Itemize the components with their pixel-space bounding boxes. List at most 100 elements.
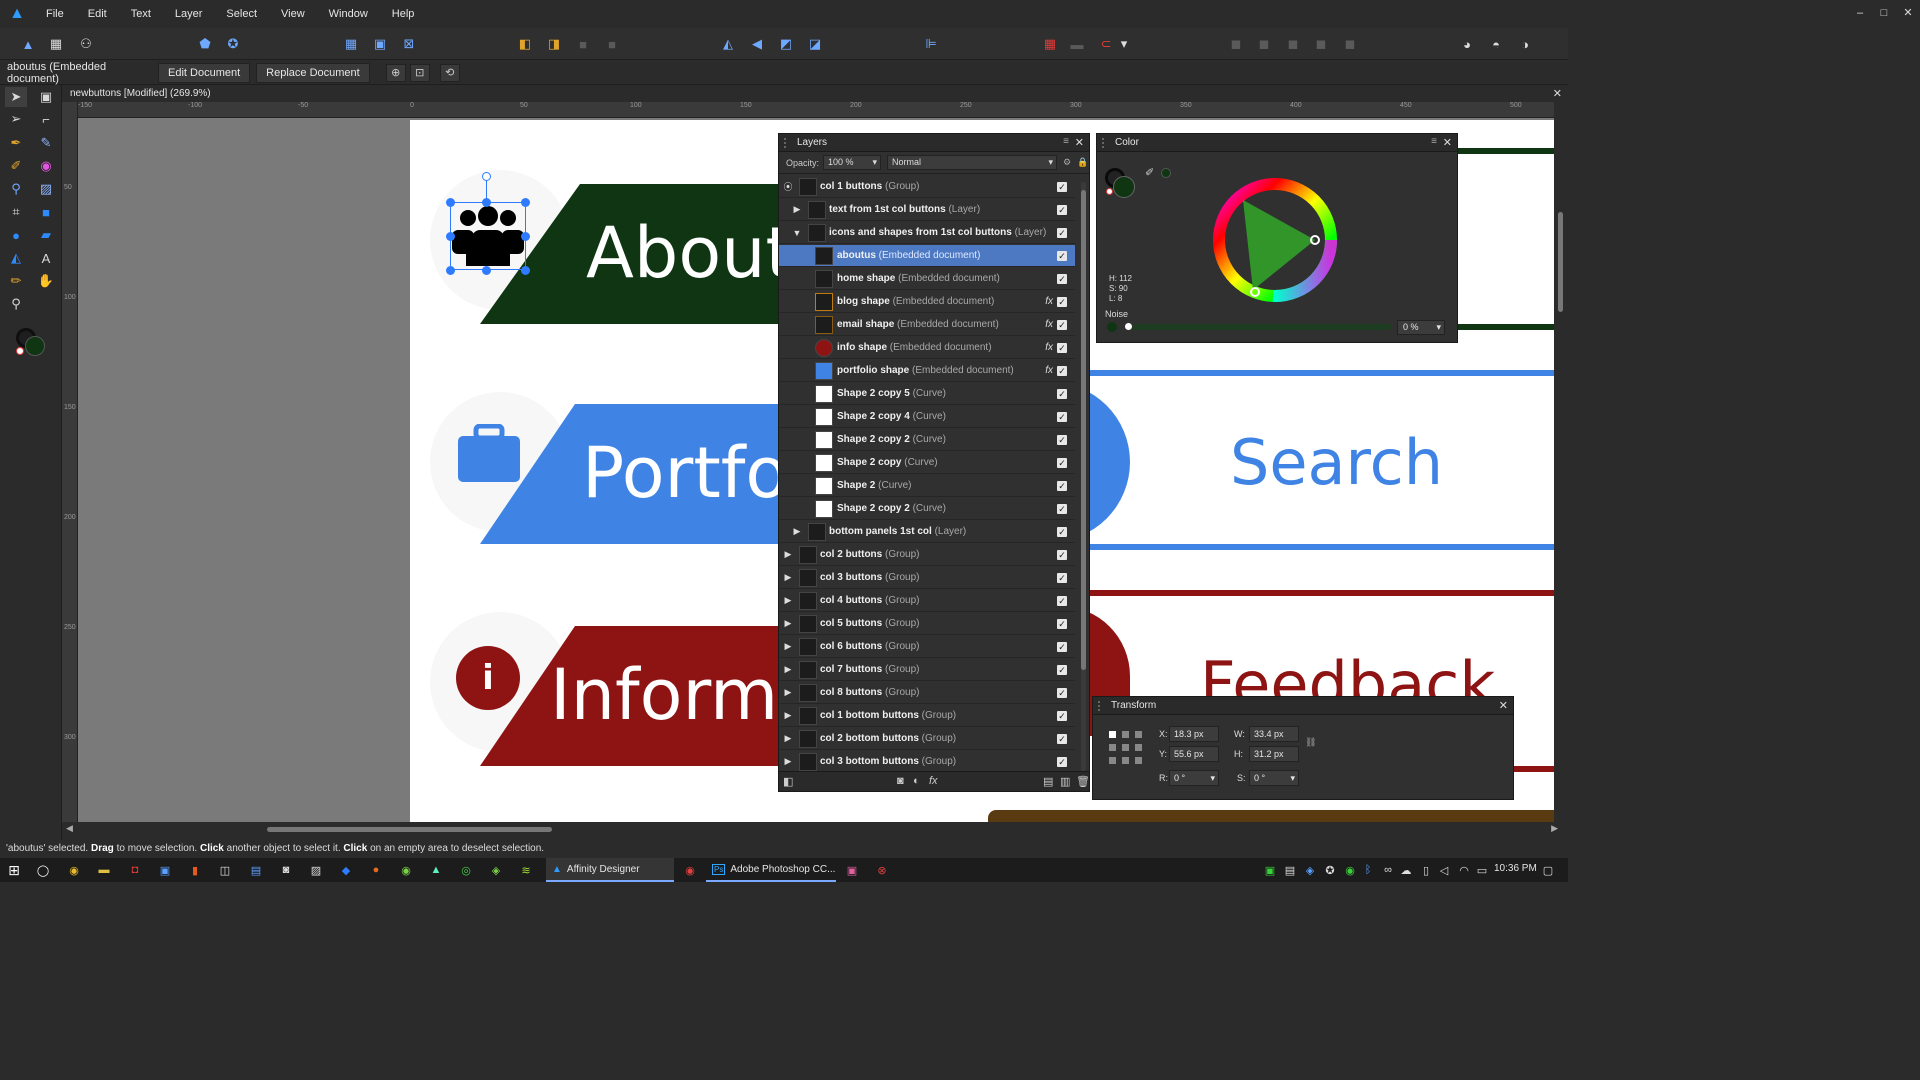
- app-icon[interactable]: ◉: [398, 862, 414, 878]
- expand-icon[interactable]: ▶: [791, 204, 803, 215]
- selection-handle[interactable]: [446, 232, 455, 241]
- anchor-point[interactable]: [1135, 744, 1142, 751]
- layer-row-group[interactable]: ▶ col 7 buttons (Group) ✓: [779, 659, 1075, 681]
- layer-row-curve[interactable]: Shape 2 copy (Curve) ✓: [779, 452, 1075, 474]
- nvidia-icon[interactable]: ◈: [488, 862, 504, 878]
- expand-icon[interactable]: ▶: [782, 641, 794, 652]
- app-icon[interactable]: ▣: [157, 862, 173, 878]
- battery-icon[interactable]: ▯: [1418, 862, 1434, 878]
- visibility-checkbox[interactable]: ✓: [1057, 319, 1067, 330]
- insert-front-icon[interactable]: ◑: [1514, 33, 1536, 55]
- expand-icon[interactable]: ▶: [782, 595, 794, 606]
- expand-icon[interactable]: ▶: [782, 664, 794, 675]
- x-field[interactable]: 18.3 px: [1169, 726, 1219, 742]
- layer-row-group[interactable]: ▶ col 2 buttons (Group) ✓: [779, 544, 1075, 566]
- visibility-checkbox[interactable]: ✓: [1057, 756, 1067, 767]
- anchor-grid[interactable]: [1109, 731, 1143, 765]
- close-panel-icon[interactable]: ✕: [1443, 136, 1452, 149]
- visibility-checkbox[interactable]: ✓: [1057, 480, 1067, 491]
- app-icon[interactable]: ●: [368, 862, 384, 878]
- visibility-checkbox[interactable]: ✓: [1057, 664, 1067, 675]
- arrange-front-icon[interactable]: ■: [572, 33, 594, 55]
- noise-slider[interactable]: [1125, 324, 1391, 330]
- rounded-rect-tool-icon[interactable]: ▰: [35, 225, 57, 245]
- visibility-checkbox[interactable]: ✓: [1057, 687, 1067, 698]
- visibility-checkbox[interactable]: ✓: [1057, 342, 1067, 353]
- visibility-checkbox[interactable]: ✓: [1057, 411, 1067, 422]
- visibility-checkbox[interactable]: ✓: [1057, 204, 1067, 215]
- tray-icon[interactable]: ◈: [1302, 862, 1318, 878]
- visibility-checkbox[interactable]: ✓: [1057, 526, 1067, 537]
- app-icon[interactable]: ▤: [248, 862, 264, 878]
- app-icon[interactable]: ≋: [518, 862, 534, 878]
- rotate-left-icon[interactable]: ◩: [775, 33, 797, 55]
- ellipse-tool-icon[interactable]: ●: [5, 225, 27, 245]
- visibility-checkbox[interactable]: ✓: [1057, 434, 1067, 445]
- layer-row-group[interactable]: ▶ col 3 buttons (Group) ✓: [779, 567, 1075, 589]
- search-icon[interactable]: ◯: [35, 862, 51, 878]
- drag-grip-icon[interactable]: [1102, 138, 1108, 148]
- notifications-icon[interactable]: ▢: [1540, 862, 1556, 878]
- layer-row-group[interactable]: ▶ col 5 buttons (Group) ✓: [779, 613, 1075, 635]
- rotation-handle[interactable]: [482, 172, 491, 181]
- close-button[interactable]: ✕: [1896, 0, 1920, 28]
- color-wheel[interactable]: [1213, 178, 1337, 302]
- grid-icon[interactable]: ▦: [1039, 33, 1061, 55]
- layer-row-home-shape[interactable]: home shape (Embedded document) ✓: [779, 268, 1075, 290]
- tray-icon[interactable]: ▣: [1262, 862, 1278, 878]
- hand-tool-icon[interactable]: ✋: [35, 271, 57, 291]
- expand-icon[interactable]: ▶: [791, 526, 803, 537]
- selection-handle[interactable]: [521, 266, 530, 275]
- panel-menu-icon[interactable]: ≡: [1431, 136, 1437, 147]
- onedrive-icon[interactable]: ☁: [1398, 862, 1414, 878]
- visibility-checkbox[interactable]: ✓: [1057, 595, 1067, 606]
- tray-icon[interactable]: ✪: [1322, 862, 1338, 878]
- office-icon[interactable]: ▮: [187, 862, 203, 878]
- visibility-checkbox[interactable]: ✓: [1057, 710, 1067, 721]
- snapping-magnet-icon[interactable]: ⊂: [1095, 33, 1117, 55]
- designer-persona-icon[interactable]: ▲: [17, 33, 39, 55]
- selection-handle[interactable]: [521, 198, 530, 207]
- h-field[interactable]: 31.2 px: [1249, 746, 1299, 762]
- text-tool-icon[interactable]: A: [35, 248, 57, 268]
- move-tool-icon[interactable]: ➤: [5, 87, 27, 107]
- layer-row-group[interactable]: ▶ col 3 bottom buttons (Group) ✓: [779, 751, 1075, 773]
- brush-tool-icon[interactable]: ✐: [5, 156, 27, 176]
- assistant-icon[interactable]: ✪: [222, 33, 244, 55]
- app-icon[interactable]: ▣: [844, 862, 860, 878]
- pen-tool-icon[interactable]: ✒: [5, 133, 27, 153]
- fx-icon[interactable]: fx: [1045, 342, 1053, 353]
- visibility-checkbox[interactable]: ✓: [1057, 618, 1067, 629]
- expand-icon[interactable]: ▶: [782, 572, 794, 583]
- pencil-tool-icon[interactable]: ✎: [35, 133, 57, 153]
- color-picker-tool-icon[interactable]: ◉: [35, 156, 57, 176]
- boolean-subtract-icon[interactable]: ◼: [1253, 33, 1275, 55]
- snapping-dropdown-icon[interactable]: ▾: [1118, 33, 1130, 55]
- crop-tool-icon[interactable]: ⌗: [5, 202, 27, 222]
- w-field[interactable]: 33.4 px: [1249, 726, 1299, 742]
- panel-menu-icon[interactable]: ≡: [1063, 136, 1069, 147]
- menu-text[interactable]: Text: [119, 0, 163, 28]
- visibility-checkbox[interactable]: ✓: [1057, 503, 1067, 514]
- anchor-point[interactable]: [1109, 731, 1116, 738]
- fx-icon[interactable]: fx: [1045, 296, 1053, 307]
- scroll-right-icon[interactable]: ▶: [1551, 823, 1558, 834]
- anchor-point[interactable]: [1109, 744, 1116, 751]
- eyedropper-tool-icon[interactable]: ✏: [5, 271, 27, 291]
- visibility-checkbox[interactable]: ✓: [1057, 641, 1067, 652]
- flip-vertical-icon[interactable]: ◀: [746, 33, 768, 55]
- adjustment-icon[interactable]: ◐: [913, 775, 920, 787]
- layer-row-curve[interactable]: Shape 2 copy 4 (Curve) ✓: [779, 406, 1075, 428]
- tray-icon[interactable]: ◉: [1342, 862, 1358, 878]
- chrome-icon[interactable]: ◉: [66, 862, 82, 878]
- anchor-point[interactable]: [1122, 731, 1129, 738]
- document-tab[interactable]: newbuttons [Modified] (269.9%) ✕: [62, 86, 1568, 102]
- fill-tool-icon[interactable]: ⚲: [5, 179, 27, 199]
- app-icon[interactable]: ⊗: [874, 862, 890, 878]
- anchor-point[interactable]: [1122, 744, 1129, 751]
- layer-row-email-shape[interactable]: email shape (Embedded document) fx ✓: [779, 314, 1075, 336]
- dropbox-icon[interactable]: ◆: [338, 862, 354, 878]
- visibility-checkbox[interactable]: ✓: [1057, 296, 1067, 307]
- expand-icon[interactable]: ▶: [782, 618, 794, 629]
- boolean-add-icon[interactable]: ◼: [1225, 33, 1247, 55]
